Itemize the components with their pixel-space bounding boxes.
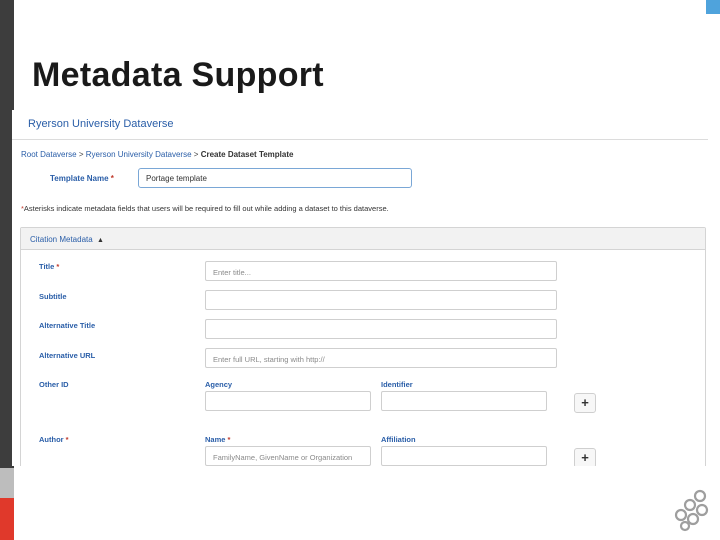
slide-side-bar-light: [0, 468, 14, 498]
author-name-label: Name *: [205, 435, 231, 444]
slide-title: Metadata Support: [32, 56, 324, 94]
required-asterisk: *: [110, 174, 114, 183]
citation-metadata-toggle[interactable]: Citation Metadata ▲: [21, 228, 705, 250]
slide-corner-accent: [706, 0, 720, 14]
dataverse-screenshot: Ryerson University Dataverse Root Datave…: [12, 110, 708, 466]
title-input[interactable]: Enter title...: [205, 261, 557, 281]
breadcrumb-ryerson[interactable]: Ryerson University Dataverse: [86, 150, 192, 159]
breadcrumb-current: Create Dataset Template: [200, 150, 294, 159]
template-name-input[interactable]: Portage template: [138, 168, 412, 188]
author-label: Author *: [39, 435, 69, 444]
other-id-label: Other ID: [39, 380, 69, 389]
title-label: Title *: [39, 262, 60, 271]
dataverse-brand-link[interactable]: Ryerson University Dataverse: [28, 118, 174, 130]
alternative-title-input[interactable]: [205, 319, 557, 339]
author-name-input[interactable]: FamilyName, GivenName or Organization: [205, 446, 371, 466]
affiliation-label: Affiliation: [381, 435, 416, 444]
subtitle-input[interactable]: [205, 290, 557, 310]
subtitle-label: Subtitle: [39, 292, 67, 301]
dataverse-logo-icon: [674, 489, 709, 532]
alternative-url-label: Alternative URL: [39, 351, 96, 360]
identifier-input[interactable]: [381, 391, 547, 411]
dataverse-header: Ryerson University Dataverse: [12, 110, 708, 140]
caret-up-icon: ▲: [96, 237, 104, 244]
asterisk-help-text: *Asterisks indicate metadata fields that…: [21, 204, 389, 213]
citation-metadata-title: Citation Metadata: [30, 235, 93, 244]
breadcrumb-separator: >: [78, 150, 84, 159]
breadcrumb-root[interactable]: Root Dataverse: [21, 150, 77, 159]
add-author-button[interactable]: +: [574, 448, 596, 466]
agency-label: Agency: [205, 380, 233, 389]
template-name-label: Template Name *: [50, 174, 114, 183]
alternative-url-input[interactable]: Enter full URL, starting with http://: [205, 348, 557, 368]
slide-side-bar-red: [0, 498, 14, 540]
breadcrumb: Root Dataverse > Ryerson University Data…: [21, 150, 293, 159]
breadcrumb-separator: >: [193, 150, 199, 159]
agency-input[interactable]: [205, 391, 371, 411]
add-other-id-button[interactable]: +: [574, 393, 596, 413]
identifier-label: Identifier: [381, 380, 413, 389]
alternative-title-label: Alternative Title: [39, 321, 96, 330]
affiliation-input[interactable]: [381, 446, 547, 466]
